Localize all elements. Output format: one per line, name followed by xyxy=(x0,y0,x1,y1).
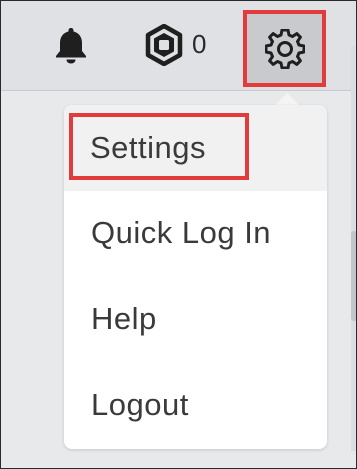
menu-item-label: Settings xyxy=(90,130,207,165)
menu-item-label: Help xyxy=(91,301,157,336)
bell-icon[interactable] xyxy=(53,26,89,64)
menu-item-quick-log-in[interactable]: Quick Log In xyxy=(64,191,327,277)
browser-viewport: 0 Settings Quick Log In Help Logout xyxy=(0,0,357,469)
robux-balance[interactable]: 0 xyxy=(192,29,206,59)
menu-item-label: Quick Log In xyxy=(91,215,272,250)
robux-icon[interactable] xyxy=(144,23,184,67)
menu-item-label: Logout xyxy=(91,387,189,422)
menu-item-help[interactable]: Help xyxy=(64,277,327,363)
settings-gear-button[interactable] xyxy=(243,10,326,87)
scrollbar-thumb[interactable] xyxy=(351,231,356,321)
settings-dropdown-menu: Settings Quick Log In Help Logout xyxy=(64,105,327,449)
menu-item-settings[interactable]: Settings xyxy=(64,105,327,191)
top-navigation-bar: 0 xyxy=(1,1,356,91)
gear-icon xyxy=(265,29,305,69)
menu-item-logout[interactable]: Logout xyxy=(64,363,327,449)
